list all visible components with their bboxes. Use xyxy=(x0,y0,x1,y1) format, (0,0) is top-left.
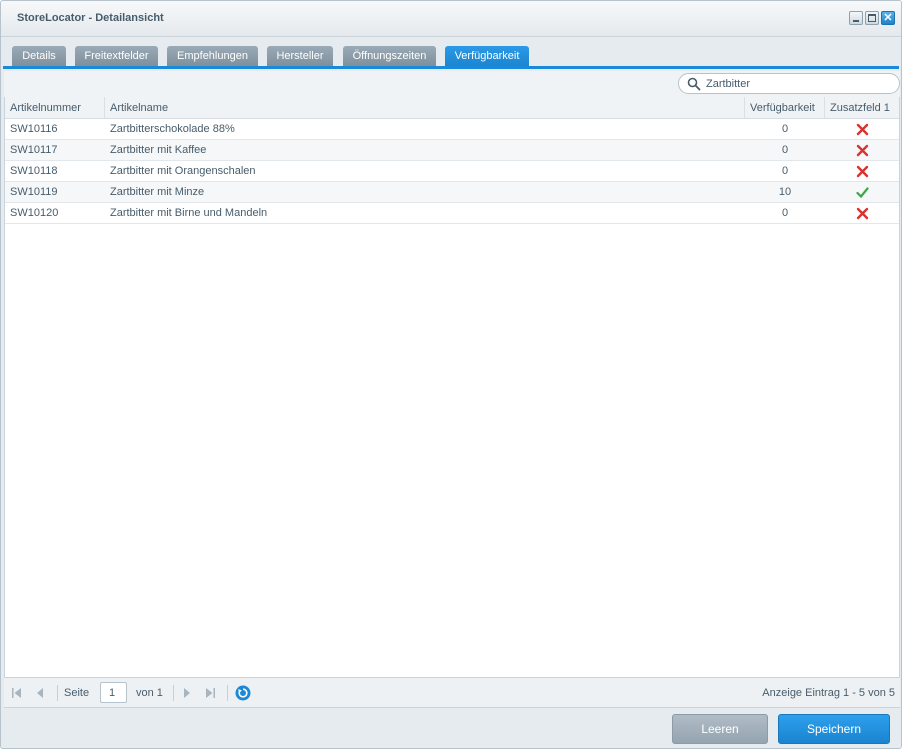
first-page-icon[interactable] xyxy=(10,686,24,700)
last-page-icon[interactable] xyxy=(203,686,217,700)
cell-verfuegbarkeit: 0 xyxy=(781,123,789,135)
tab-oeffnungszeiten[interactable]: Öffnungszeiten xyxy=(343,46,436,66)
pager-separator xyxy=(173,685,174,701)
page-label: Seite xyxy=(64,687,90,699)
cell-artikelnummer: SW10117 xyxy=(10,144,58,156)
tab-freitextfelder[interactable]: Freitextfelder xyxy=(75,46,158,66)
save-button[interactable]: Speichern xyxy=(778,714,890,744)
cell-verfuegbarkeit: 10 xyxy=(778,186,792,198)
search-input[interactable] xyxy=(706,76,891,91)
cell-verfuegbarkeit: 0 xyxy=(781,207,789,219)
close-icon[interactable]: ✕ xyxy=(881,11,895,25)
table-row[interactable]: SW10119 Zartbitter mit Minze 10 xyxy=(5,182,899,203)
cell-verfuegbarkeit: 0 xyxy=(781,165,789,177)
grid-toolbar xyxy=(4,71,900,97)
cell-artikelname: Zartbitterschokolade 88% xyxy=(110,123,235,135)
cell-verfuegbarkeit: 0 xyxy=(781,144,789,156)
search-field[interactable] xyxy=(678,73,900,94)
column-header-artikelnummer[interactable]: Artikelnummer xyxy=(5,97,105,119)
paging-toolbar: Seite von 1 Anzeige Eintrag 1 - 5 von 5 xyxy=(4,677,900,708)
maximize-icon[interactable] xyxy=(865,11,879,25)
checkmark-icon xyxy=(856,187,869,199)
search-icon xyxy=(687,77,701,91)
tab-hersteller[interactable]: Hersteller xyxy=(267,46,333,66)
window-titlebar[interactable]: StoreLocator - Detailansicht ✕ xyxy=(1,1,901,37)
detail-window: StoreLocator - Detailansicht ✕ Details F… xyxy=(0,0,902,749)
minimize-icon[interactable] xyxy=(849,11,863,25)
availability-grid: Artikelnummer Artikelname Verfügbarkeit … xyxy=(4,97,900,677)
pager-separator xyxy=(57,685,58,701)
table-row[interactable]: SW10116 Zartbitterschokolade 88% 0 xyxy=(5,119,899,140)
cross-icon xyxy=(856,207,869,220)
previous-page-icon[interactable] xyxy=(33,686,47,700)
pager-info: Anzeige Eintrag 1 - 5 von 5 xyxy=(762,687,895,699)
tab-empfehlungen[interactable]: Empfehlungen xyxy=(167,46,258,66)
cell-artikelname: Zartbitter mit Birne und Mandeln xyxy=(110,207,268,219)
clear-button[interactable]: Leeren xyxy=(672,714,768,744)
table-row[interactable]: SW10118 Zartbitter mit Orangenschalen 0 xyxy=(5,161,899,182)
page-number-input[interactable] xyxy=(100,682,127,703)
table-row[interactable]: SW10117 Zartbitter mit Kaffee 0 xyxy=(5,140,899,161)
cross-icon xyxy=(856,144,869,157)
cell-artikelnummer: SW10120 xyxy=(10,207,59,219)
cell-artikelnummer: SW10116 xyxy=(10,123,58,135)
tab-details[interactable]: Details xyxy=(12,46,66,66)
cell-artikelnummer: SW10119 xyxy=(10,186,58,198)
cell-artikelname: Zartbitter mit Orangenschalen xyxy=(110,165,256,177)
tab-bar: Details Freitextfelder Empfehlungen Hers… xyxy=(3,38,899,69)
page-count-label: von 1 xyxy=(136,687,163,699)
cell-artikelnummer: SW10118 xyxy=(10,165,58,177)
window-footer: Leeren Speichern xyxy=(1,709,901,748)
tab-verfuegbarkeit[interactable]: Verfügbarkeit xyxy=(445,46,529,66)
cross-icon xyxy=(856,165,869,178)
column-header-zusatzfeld[interactable]: Zusatzfeld 1 xyxy=(825,97,899,119)
cell-artikelname: Zartbitter mit Kaffee xyxy=(110,144,207,156)
window-controls: ✕ xyxy=(849,11,895,25)
window-title: StoreLocator - Detailansicht xyxy=(17,12,164,24)
pager-separator xyxy=(227,685,228,701)
grid-header: Artikelnummer Artikelname Verfügbarkeit … xyxy=(5,97,899,119)
refresh-icon[interactable] xyxy=(235,685,251,701)
cross-icon xyxy=(856,123,869,136)
next-page-icon[interactable] xyxy=(180,686,194,700)
column-header-artikelname[interactable]: Artikelname xyxy=(105,97,745,119)
table-row[interactable]: SW10120 Zartbitter mit Birne und Mandeln 0 xyxy=(5,203,899,224)
cell-artikelname: Zartbitter mit Minze xyxy=(110,186,205,198)
column-header-verfuegbarkeit[interactable]: Verfügbarkeit xyxy=(745,97,825,119)
